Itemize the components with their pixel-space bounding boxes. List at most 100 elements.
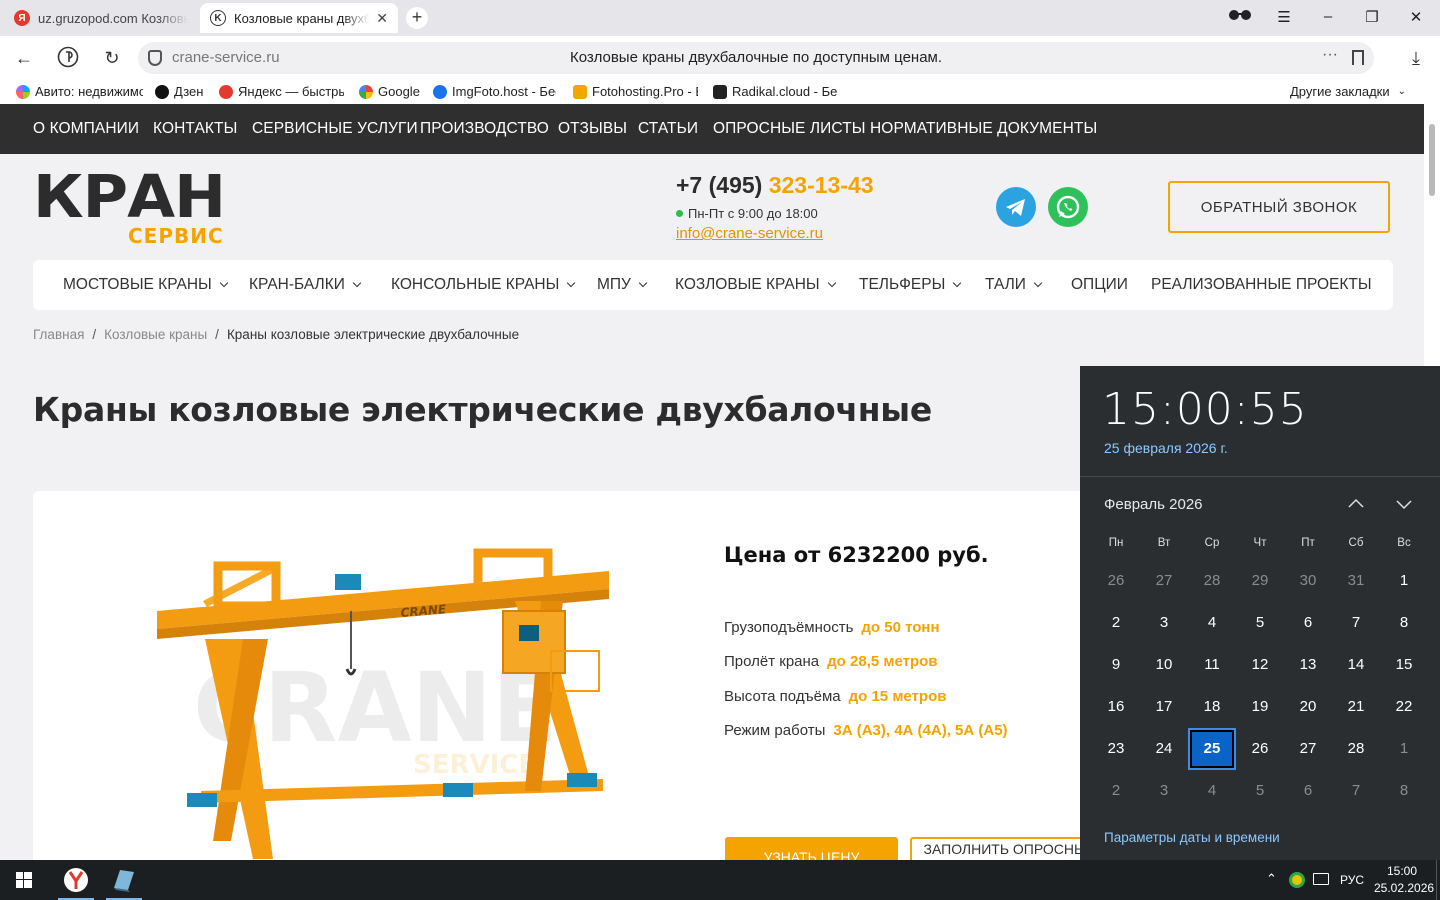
tray-time[interactable]: 15:00	[1387, 864, 1417, 878]
calendar-day[interactable]: 21	[1334, 688, 1378, 726]
callback-button[interactable]: ОБРАТНЫЙ ЗВОНОК	[1168, 181, 1390, 233]
new-tab-button[interactable]: +	[406, 7, 428, 29]
menu-icon[interactable]: ☰	[1272, 8, 1296, 26]
bookmark-icon[interactable]	[1352, 50, 1364, 65]
calendar-day[interactable]: 4	[1190, 772, 1234, 810]
topnav-documents[interactable]: НОРМАТИВНЫЕ ДОКУМЕНТЫ	[870, 120, 1097, 138]
email-link[interactable]: info@crane-service.ru	[676, 225, 823, 242]
tab-crane-service[interactable]: K Козловые краны двухбалочные ✕	[200, 3, 398, 33]
network-icon[interactable]	[1313, 873, 1329, 885]
topnav-contacts[interactable]: КОНТАКТЫ	[153, 120, 237, 138]
menu-projects[interactable]: РЕАЛИЗОВАННЫЕ ПРОЕКТЫ	[1151, 276, 1372, 294]
calendar-day[interactable]: 29	[1238, 562, 1282, 600]
chevron-up-icon[interactable]	[1346, 494, 1366, 514]
calendar-day[interactable]: 28	[1334, 730, 1378, 768]
start-button[interactable]	[0, 860, 48, 900]
close-window-icon[interactable]: ✕	[1404, 8, 1428, 26]
get-price-button[interactable]: УЗНАТЬ ЦЕНУ	[725, 837, 898, 860]
menu-telphers[interactable]: ТЕЛЬФЕРЫ	[859, 276, 962, 294]
topnav-articles[interactable]: СТАТЬИ	[638, 120, 698, 138]
calendar-day[interactable]: 20	[1286, 688, 1330, 726]
show-desktop-button[interactable]	[1436, 860, 1440, 900]
language-indicator[interactable]: РУС	[1340, 873, 1364, 887]
date-time-settings-link[interactable]: Параметры даты и времени	[1104, 830, 1280, 845]
tab-gruzopod[interactable]: Я uz.gruzopod.com Козловые краны	[4, 3, 198, 33]
calendar-day[interactable]: 5	[1238, 604, 1282, 642]
menu-options[interactable]: ОПЦИИ	[1071, 276, 1128, 294]
calendar-day[interactable]: 3	[1142, 772, 1186, 810]
menu-gantry-cranes[interactable]: КОЗЛОВЫЕ КРАНЫ	[675, 276, 836, 294]
calendar-day[interactable]: 15	[1382, 646, 1426, 684]
taskbar-app[interactable]	[100, 860, 148, 900]
tray-chevron-up-icon[interactable]: ⌃	[1266, 871, 1277, 887]
calendar-day[interactable]: 26	[1094, 562, 1138, 600]
calendar-day[interactable]: 23	[1094, 730, 1138, 768]
back-icon[interactable]: ←	[12, 46, 36, 70]
bookmark-imgfoto[interactable]: ImgFoto.host - Бесплатный	[433, 84, 556, 99]
menu-mpu[interactable]: МПУ	[597, 276, 648, 294]
tray-date[interactable]: 25.02.2026	[1374, 881, 1434, 895]
bookmark-google[interactable]: Google	[359, 84, 420, 99]
topnav-production[interactable]: ПРОИЗВОДСТВО	[420, 120, 549, 138]
bookmark-avito[interactable]: Авито: недвижимость	[16, 84, 143, 99]
calendar-day[interactable]: 6	[1286, 604, 1330, 642]
tray-app-icon[interactable]	[1289, 872, 1305, 888]
calendar-day[interactable]: 28	[1190, 562, 1234, 600]
calendar-day[interactable]: 18	[1190, 688, 1234, 726]
calendar-day[interactable]: 5	[1238, 772, 1282, 810]
scrollbar-thumb[interactable]	[1429, 124, 1435, 196]
calendar-day[interactable]: 7	[1334, 604, 1378, 642]
calendar-day[interactable]: 13	[1286, 646, 1330, 684]
yandex-home-icon[interactable]	[56, 46, 80, 70]
calendar-day[interactable]: 3	[1142, 604, 1186, 642]
calendar-day-today[interactable]: 25	[1188, 728, 1236, 770]
calendar-day[interactable]: 8	[1382, 772, 1426, 810]
calendar-day[interactable]: 30	[1286, 562, 1330, 600]
calendar-day[interactable]: 19	[1238, 688, 1282, 726]
topnav-questionnaires[interactable]: ОПРОСНЫЕ ЛИСТЫ	[713, 120, 866, 138]
calendar-day[interactable]: 11	[1190, 646, 1234, 684]
calendar-day[interactable]: 1	[1382, 730, 1426, 768]
calendar-day[interactable]: 8	[1382, 604, 1426, 642]
calendar-day[interactable]: 26	[1238, 730, 1282, 768]
calendar-day[interactable]: 27	[1142, 562, 1186, 600]
restore-icon[interactable]: ❐	[1360, 8, 1384, 26]
reload-icon[interactable]: ↻	[100, 46, 124, 70]
calendar-day[interactable]: 16	[1094, 688, 1138, 726]
calendar-day[interactable]: 22	[1382, 688, 1426, 726]
calendar-day[interactable]: 4	[1190, 604, 1234, 642]
calendar-day[interactable]: 6	[1286, 772, 1330, 810]
more-icon[interactable]: ···	[1322, 46, 1338, 64]
bookmark-dzen[interactable]: Дзен	[155, 84, 203, 99]
calendar-day[interactable]: 1	[1382, 562, 1426, 600]
calendar-day[interactable]: 14	[1334, 646, 1378, 684]
menu-crane-beams[interactable]: КРАН-БАЛКИ	[249, 276, 362, 294]
phone-number[interactable]: +7 (495) 323-13-43	[676, 172, 874, 199]
taskbar-yandex-browser[interactable]	[52, 860, 100, 900]
calendar-day[interactable]: 27	[1286, 730, 1330, 768]
bookmark-fotohosting[interactable]: Fotohosting.Pro - Бесплатный	[573, 84, 698, 99]
incognito-icon[interactable]	[1228, 8, 1252, 25]
topnav-services[interactable]: СЕРВИСНЫЕ УСЛУГИ	[252, 120, 418, 138]
calendar-day[interactable]: 31	[1334, 562, 1378, 600]
download-icon[interactable]: ⤓	[1404, 46, 1428, 70]
calendar-day[interactable]: 2	[1094, 772, 1138, 810]
menu-hoists[interactable]: ТАЛИ	[985, 276, 1043, 294]
calendar-day[interactable]: 2	[1094, 604, 1138, 642]
telegram-icon[interactable]	[996, 187, 1036, 227]
calendar-day[interactable]: 10	[1142, 646, 1186, 684]
topnav-reviews[interactable]: ОТЗЫВЫ	[558, 120, 627, 138]
calendar-day[interactable]: 24	[1142, 730, 1186, 768]
clock-date[interactable]: 25 февраля 2026 г.	[1104, 440, 1228, 456]
breadcrumb-home[interactable]: Главная	[33, 327, 84, 342]
bookmark-yandex[interactable]: Яндекс — быстрый поиск	[219, 84, 344, 99]
minimize-icon[interactable]: –	[1316, 8, 1340, 25]
calendar-day[interactable]: 9	[1094, 646, 1138, 684]
url-field[interactable]: crane-service.ru Козловые краны двухбало…	[138, 42, 1374, 74]
logo[interactable]: КРАН	[33, 167, 226, 227]
whatsapp-icon[interactable]	[1048, 187, 1088, 227]
close-tab-icon[interactable]: ✕	[376, 10, 388, 27]
menu-overhead-cranes[interactable]: МОСТОВЫЕ КРАНЫ	[63, 276, 229, 294]
calendar-month[interactable]: Февраль 2026	[1104, 496, 1203, 513]
calendar-day[interactable]: 7	[1334, 772, 1378, 810]
